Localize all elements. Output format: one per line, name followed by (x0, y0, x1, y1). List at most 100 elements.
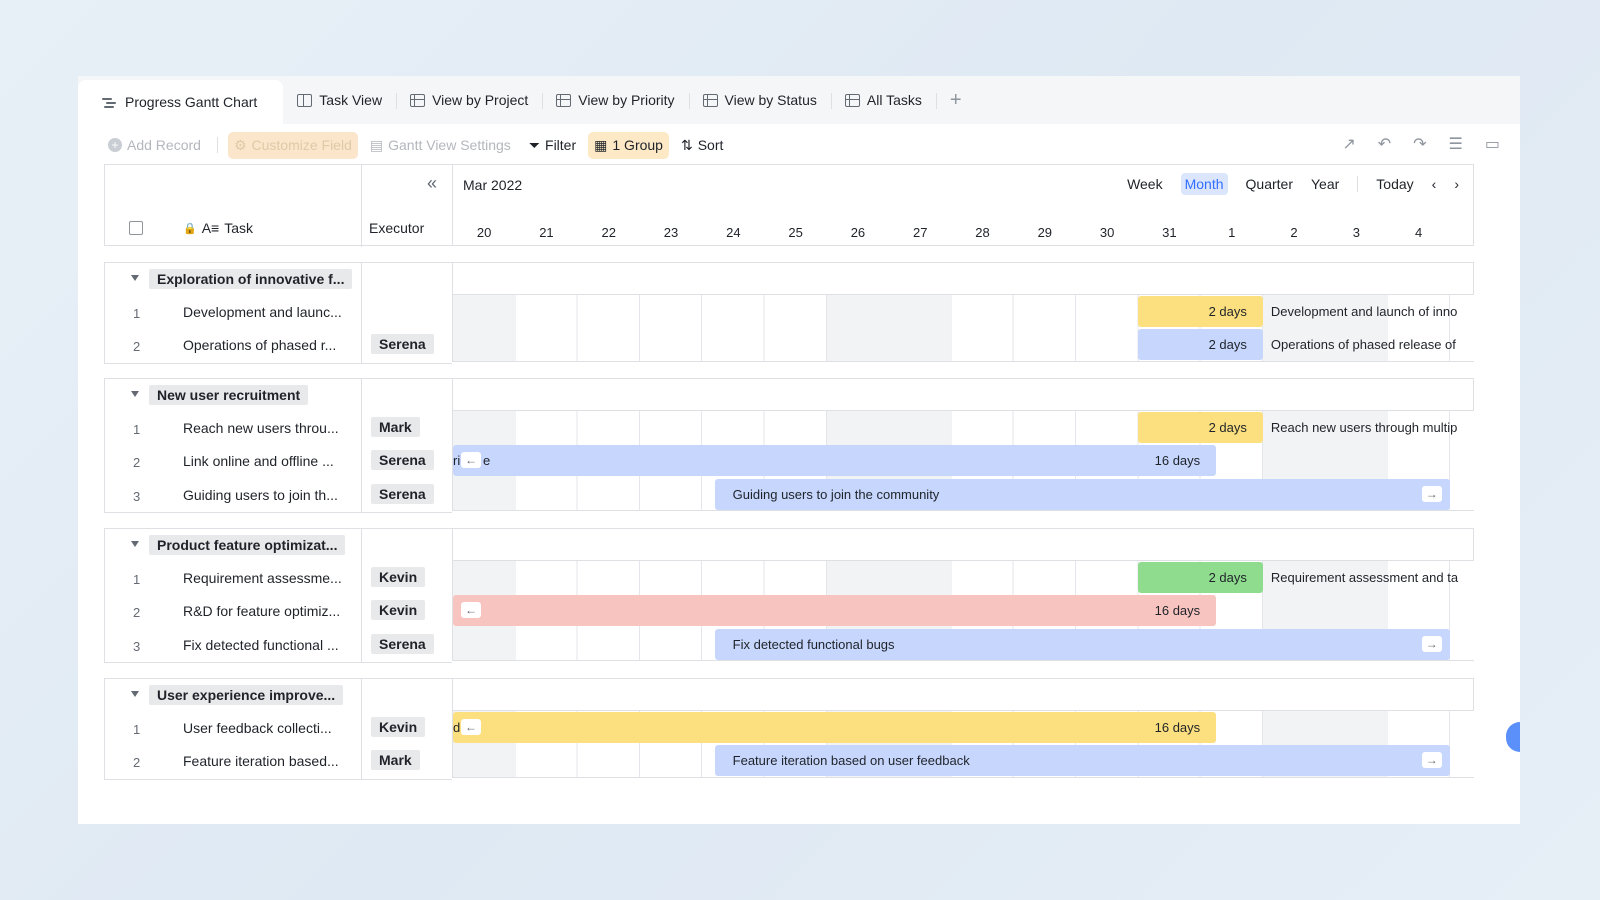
scale-week[interactable]: Week (1127, 176, 1163, 192)
group-header[interactable]: Exploration of innovative f... (105, 263, 452, 296)
timeline-grid: Reach new users through multip 2 days ri ← e… (452, 411, 1474, 512)
search-list-icon[interactable]: ☰ (1449, 134, 1463, 154)
group-header[interactable]: User experience improve... (105, 679, 452, 712)
undo-icon[interactable]: ↶ (1378, 134, 1391, 154)
task-bar[interactable]: ← 16 days (453, 595, 1217, 627)
arrow-left-icon[interactable]: ← (461, 719, 481, 735)
task-bar[interactable]: Feature iteration based on user feedback… (714, 745, 1450, 777)
tab-progress-gantt-chart[interactable]: Progress Gantt Chart (78, 80, 284, 124)
table-row[interactable]: 1 Reach new users throu... Mark (105, 412, 452, 445)
gantt-chart: « 🔒 A≡ Task Executor Mar 2022 Week Month… (104, 164, 1478, 784)
executor-tag[interactable]: Kevin (371, 567, 426, 587)
caret-down-icon[interactable] (131, 391, 139, 397)
executor-tag[interactable]: Kevin (371, 600, 426, 621)
table-row[interactable]: 1 Requirement assessme... Kevin (105, 562, 452, 595)
table-row[interactable]: 1 Development and launc... (105, 296, 452, 329)
row-number: 1 (133, 422, 141, 437)
task-name[interactable]: Requirement assessme... (183, 570, 355, 586)
arrow-right-icon[interactable]: → (1421, 635, 1442, 652)
task-bar[interactable]: ri ← e 16 days (453, 445, 1217, 477)
bar-duration: 2 days (1208, 304, 1247, 319)
caret-down-icon[interactable] (131, 275, 139, 281)
task-name[interactable]: R&D for feature optimiz... (183, 603, 355, 619)
task-bar[interactable]: Fix detected functional bugs → (714, 628, 1450, 660)
executor-tag[interactable]: Serena (371, 633, 434, 654)
group-title: User experience improve... (149, 685, 344, 705)
task-name[interactable]: Feature iteration based... (183, 753, 355, 769)
task-column-header[interactable]: 🔒 A≡ Task (183, 220, 253, 236)
task-name[interactable]: User feedback collecti... (183, 720, 355, 736)
add-record-button[interactable]: + Add Record (102, 132, 207, 158)
table-row[interactable]: 3 Fix detected functional ... Serena (105, 629, 452, 662)
table-row[interactable]: 3 Guiding users to join th... Serena (105, 479, 452, 512)
add-view-button[interactable]: + (936, 89, 976, 112)
task-name[interactable]: Fix detected functional ... (183, 637, 355, 653)
tab-task-view[interactable]: Task View (283, 80, 398, 120)
task-bar[interactable]: 2 days (1138, 412, 1263, 443)
executor-tag[interactable]: Serena (371, 483, 434, 504)
today-button[interactable]: Today (1376, 176, 1413, 192)
task-bar[interactable]: di ← 16 days (453, 712, 1217, 743)
table-row[interactable]: 1 User feedback collecti... Kevin (105, 712, 452, 745)
scale-month[interactable]: Month (1180, 173, 1228, 195)
sort-icon: ⇅ (680, 136, 693, 153)
tab-view-by-priority[interactable]: View by Priority (542, 80, 690, 120)
row-number: 2 (133, 455, 141, 471)
task-name[interactable]: Link online and offline ... (183, 453, 355, 469)
task-bar[interactable]: Guiding users to join the community → (714, 478, 1450, 510)
table-row[interactable]: 2 Feature iteration based... Mark (105, 745, 452, 778)
customize-field-button[interactable]: ⚙ Customize Field (227, 131, 358, 159)
table-row[interactable]: 2 R&D for feature optimiz... Kevin (105, 595, 452, 628)
executor-tag[interactable]: Mark (371, 417, 420, 437)
sort-button[interactable]: ⇅ Sort (675, 132, 729, 159)
group-timeline: Development and launch of inno 2 days Oper… (452, 262, 1474, 362)
arrow-left-icon[interactable]: ← (461, 452, 481, 469)
group-icon: ▦ (594, 136, 608, 153)
tab-view-by-project[interactable]: View by Project (396, 80, 544, 120)
task-name[interactable]: Reach new users throu... (183, 420, 355, 436)
arrow-right-icon[interactable]: → (1421, 752, 1442, 769)
caret-down-icon[interactable] (131, 541, 139, 547)
task-name[interactable]: Operations of phased r... (183, 337, 355, 353)
executor-column-header[interactable]: Executor (369, 220, 424, 236)
bar-label: Operations of phased release of (1270, 337, 1456, 353)
group-button[interactable]: ▦ 1 Group (588, 131, 669, 159)
task-name[interactable]: Guiding users to join th... (183, 487, 355, 503)
day-label: 20 (476, 225, 492, 240)
day-label: 2 (1290, 225, 1298, 240)
filter-button[interactable]: ⏷ Filter (523, 132, 582, 159)
comment-icon[interactable]: ▭ (1485, 134, 1500, 154)
executor-tag[interactable]: Serena (371, 334, 434, 355)
table-row[interactable]: 2 Link online and offline ... Serena (105, 445, 452, 478)
gantt-view-settings-button[interactable]: ▤ Gantt View Settings (364, 132, 517, 159)
task-bar[interactable]: 2 days (1138, 329, 1263, 361)
table-row[interactable]: 2 Operations of phased r... Serena (105, 329, 452, 362)
tab-view-by-status[interactable]: View by Status (689, 80, 832, 120)
arrow-left-icon[interactable]: ← (461, 602, 481, 619)
scale-quarter[interactable]: Quarter (1246, 176, 1293, 192)
share-icon[interactable]: ↗ (1342, 134, 1355, 154)
task-name[interactable]: Development and launc... (183, 304, 355, 320)
arrow-right-icon[interactable]: → (1421, 485, 1442, 502)
redo-icon[interactable]: ↷ (1413, 134, 1426, 154)
executor-tag[interactable]: Kevin (371, 717, 426, 737)
day-label: 29 (1037, 225, 1053, 240)
prev-arrow-icon[interactable]: ‹ (1432, 176, 1437, 192)
collapse-left-icon[interactable]: « (427, 173, 437, 194)
day-labels: 20 21 22 23 24 25 26 27 28 29 30 31 1 2 3 4 (453, 225, 1473, 240)
bar-label: Requirement assessment and ta (1270, 570, 1459, 585)
assistant-float-button[interactable] (1506, 722, 1520, 752)
select-all-checkbox[interactable] (129, 221, 143, 235)
bar-label: Development and launch of inno (1270, 304, 1458, 319)
caret-down-icon[interactable] (131, 691, 139, 697)
executor-tag[interactable]: Mark (371, 750, 420, 771)
group-timeline: di ← 16 days Feature iteration based on use… (452, 678, 1474, 778)
scale-year[interactable]: Year (1311, 176, 1339, 192)
executor-tag[interactable]: Serena (371, 450, 434, 471)
group-header[interactable]: Product feature optimizat... (105, 529, 452, 562)
group-header[interactable]: New user recruitment (105, 379, 452, 412)
task-bar[interactable]: 2 days (1138, 562, 1263, 593)
next-arrow-icon[interactable]: › (1454, 176, 1459, 192)
tab-all-tasks[interactable]: All Tasks (831, 80, 937, 120)
task-bar[interactable]: 2 days (1138, 296, 1263, 327)
